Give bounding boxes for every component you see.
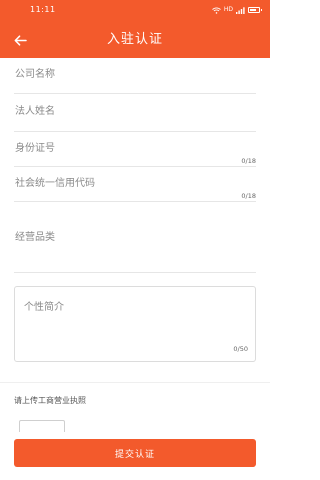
bottom-bar: 提交认证	[0, 432, 270, 480]
status-icons: HD	[212, 5, 262, 15]
id-number-field: 0/18	[14, 138, 256, 167]
intro-textarea[interactable]	[24, 298, 244, 338]
submit-button[interactable]: 提交认证	[14, 439, 256, 467]
app-header: 入驻认证	[0, 22, 270, 58]
company-name-field	[14, 64, 256, 94]
legal-person-input[interactable]	[15, 101, 245, 121]
battery-level	[250, 9, 257, 11]
credit-code-field: 0/18	[14, 173, 256, 202]
wifi-icon	[212, 7, 221, 14]
intro-counter: 0/50	[233, 345, 248, 353]
category-field	[14, 225, 256, 273]
id-number-input[interactable]	[15, 138, 245, 158]
page-title: 入驻认证	[106, 32, 163, 47]
company-name-input[interactable]	[15, 64, 245, 84]
legal-person-field	[14, 100, 256, 132]
signal-icon	[236, 6, 245, 14]
category-input[interactable]	[15, 227, 245, 247]
credit-code-counter: 0/18	[241, 192, 256, 200]
license-upload-label: 请上传工商营业执照	[14, 396, 86, 405]
id-number-counter: 0/18	[241, 157, 256, 165]
status-time: 11:11	[30, 5, 56, 14]
network-hd-label: HD	[223, 6, 233, 13]
intro-box: 0/50	[14, 286, 256, 362]
credit-code-input[interactable]	[15, 173, 245, 193]
section-divider	[0, 382, 270, 383]
status-bar: 11:11 HD	[0, 0, 270, 22]
certification-screen: 11:11 HD 入驻认证 公司名称 法人姓名 身份证号 0/18 社会统一信用…	[0, 0, 270, 480]
battery-icon	[248, 7, 262, 13]
